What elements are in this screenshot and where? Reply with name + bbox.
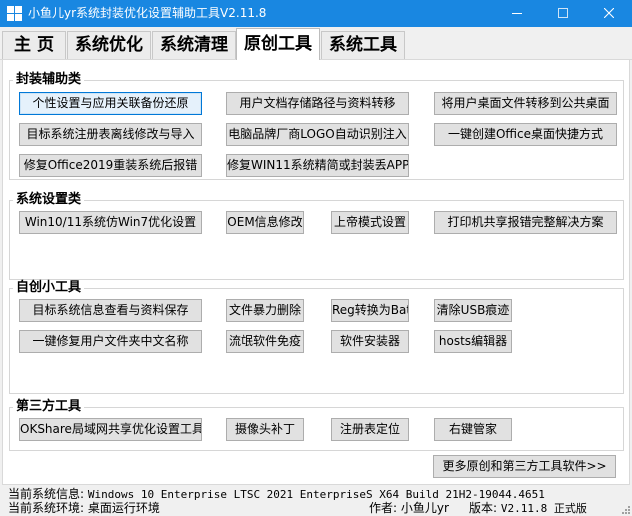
env-label: 当前系统环境:	[8, 501, 85, 515]
env-value: 桌面运行环境	[87, 501, 160, 515]
fix-user-folder-name-button[interactable]: 一键修复用户文件夹中文名称	[19, 330, 202, 353]
group-settings: 系统设置类 Win10/11系统仿Win7优化设置 OEM信息修改 上帝模式设置…	[9, 192, 624, 280]
window-title: 小鱼儿yr系统封装优化设置辅助工具V2.11.8	[28, 6, 267, 20]
close-icon	[604, 8, 614, 18]
office-shortcut-button[interactable]: 一键创建Office桌面快捷方式	[434, 123, 617, 146]
sysinfo-label: 当前系统信息:	[8, 487, 85, 501]
group-title: 第三方工具	[13, 399, 85, 415]
sysinfo-value: Windows 10 Enterprise LTSC 2021 Enterpri…	[87, 488, 545, 501]
clear-usb-traces-button[interactable]: 清除USB痕迹	[434, 299, 512, 322]
minimize-icon	[512, 13, 522, 14]
force-delete-button[interactable]: 文件暴力删除	[226, 299, 304, 322]
tab-system-optimize[interactable]: 系统优化	[67, 31, 151, 59]
tab-panel-original-tools: 封装辅助类 个性设置与应用关联备份还原 用户文档存储路径与资料转移 将用户桌面文…	[2, 60, 630, 485]
sysinfo-line: 当前系统信息: Windows 10 Enterprise LTSC 2021 …	[8, 487, 545, 502]
close-button[interactable]	[586, 0, 632, 27]
system-info-save-button[interactable]: 目标系统信息查看与资料保存	[19, 299, 202, 322]
oem-logo-inject-button[interactable]: 电脑品牌厂商LOGO自动识别注入	[226, 123, 409, 146]
registry-locate-button[interactable]: 注册表定位	[331, 418, 409, 441]
fix-win11-app-button[interactable]: 修复WIN11系统精简或封装丢APP	[226, 154, 409, 177]
tab-home[interactable]: 主 页	[2, 31, 66, 59]
printer-share-fix-button[interactable]: 打印机共享报错完整解决方案	[434, 211, 617, 234]
tab-system-clean[interactable]: 系统清理	[152, 31, 236, 59]
maximize-icon	[558, 8, 568, 18]
win7-style-button[interactable]: Win10/11系统仿Win7优化设置	[19, 211, 202, 234]
camera-patch-button[interactable]: 摄像头补丁	[226, 418, 304, 441]
backup-restore-settings-button[interactable]: 个性设置与应用关联备份还原	[19, 92, 202, 115]
author-info: 作者: 小鱼儿yr	[369, 501, 449, 515]
title-bar: 小鱼儿yr系统封装优化设置辅助工具V2.11.8	[0, 0, 632, 27]
group-tools: 自创小工具 目标系统信息查看与资料保存 文件暴力删除 Reg转换为Bat 清除U…	[9, 280, 624, 394]
tab-original-tools[interactable]: 原创工具	[236, 28, 320, 60]
context-menu-manager-button[interactable]: 右键管家	[434, 418, 512, 441]
oem-info-button[interactable]: OEM信息修改	[226, 211, 304, 234]
version-info: 版本: V2.11.8 正式版	[469, 501, 587, 516]
version-value: V2.11.8 正式版	[500, 502, 587, 515]
group-title: 封装辅助类	[13, 72, 85, 88]
minimize-button[interactable]	[494, 0, 540, 27]
group-title: 自创小工具	[13, 280, 85, 296]
desktop-to-public-button[interactable]: 将用户桌面文件转移到公共桌面	[434, 92, 617, 115]
malware-immune-button[interactable]: 流氓软件免疫	[226, 330, 304, 353]
reg-to-bat-button[interactable]: Reg转换为Bat	[331, 299, 409, 322]
hosts-editor-button[interactable]: hosts编辑器	[434, 330, 512, 353]
okshare-button[interactable]: OKShare局域网共享优化设置工具	[19, 418, 202, 441]
group-title: 系统设置类	[13, 192, 85, 208]
god-mode-button[interactable]: 上帝模式设置	[331, 211, 409, 234]
more-tools-button[interactable]: 更多原创和第三方工具软件>>	[433, 455, 616, 478]
version-label: 版本:	[469, 501, 498, 515]
group-packaging: 封装辅助类 个性设置与应用关联备份还原 用户文档存储路径与资料转移 将用户桌面文…	[9, 72, 624, 180]
fix-office2019-button[interactable]: 修复Office2019重装系统后报错	[19, 154, 202, 177]
env-line: 当前系统环境: 桌面运行环境	[8, 501, 160, 515]
user-docs-path-button[interactable]: 用户文档存储路径与资料转移	[226, 92, 409, 115]
software-installer-button[interactable]: 软件安装器	[331, 330, 409, 353]
resize-grip-icon[interactable]	[620, 504, 630, 514]
author-label: 作者:	[369, 501, 398, 515]
maximize-button[interactable]	[540, 0, 586, 27]
tab-strip: 主 页 系统优化 系统清理 原创工具 系统工具	[0, 27, 632, 60]
group-thirdparty: 第三方工具 OKShare局域网共享优化设置工具 摄像头补丁 注册表定位 右键管…	[9, 399, 624, 451]
app-icon	[7, 6, 22, 21]
status-bar: 当前系统信息: Windows 10 Enterprise LTSC 2021 …	[0, 485, 632, 516]
offline-registry-button[interactable]: 目标系统注册表离线修改与导入	[19, 123, 202, 146]
author-value: 小鱼儿yr	[400, 501, 449, 515]
tab-system-tools[interactable]: 系统工具	[321, 31, 405, 59]
